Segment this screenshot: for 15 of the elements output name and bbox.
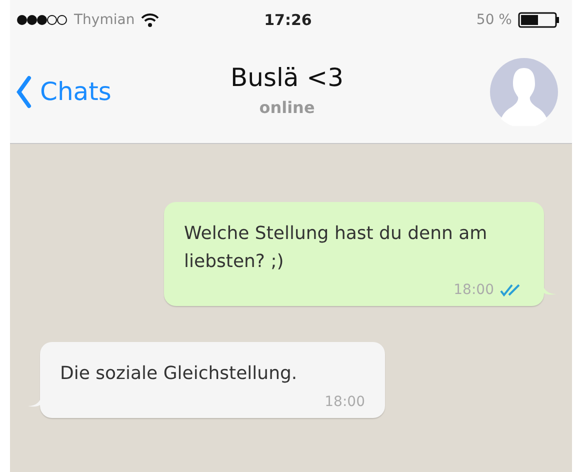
battery-percent: 50 % (476, 12, 512, 28)
signal-icon (16, 14, 68, 26)
message-time: 18:00 (324, 394, 365, 410)
clock-time: 17:26 (264, 11, 312, 29)
battery-icon (518, 12, 560, 28)
wifi-icon (140, 13, 159, 27)
online-status: online (259, 98, 315, 116)
avatar-icon[interactable] (490, 58, 558, 126)
message-text: Die soziale Gleichstellung. (60, 362, 298, 386)
message-text: Welche Stellung hast du denn am liebsten? ;) (184, 222, 488, 274)
message-time: 18:00 (454, 282, 494, 298)
back-link[interactable]: Chats (16, 74, 230, 108)
chat-title: Buslä <3 (230, 62, 344, 92)
carrier-name: Thymian (74, 12, 135, 28)
chevron-left-icon (16, 74, 32, 108)
